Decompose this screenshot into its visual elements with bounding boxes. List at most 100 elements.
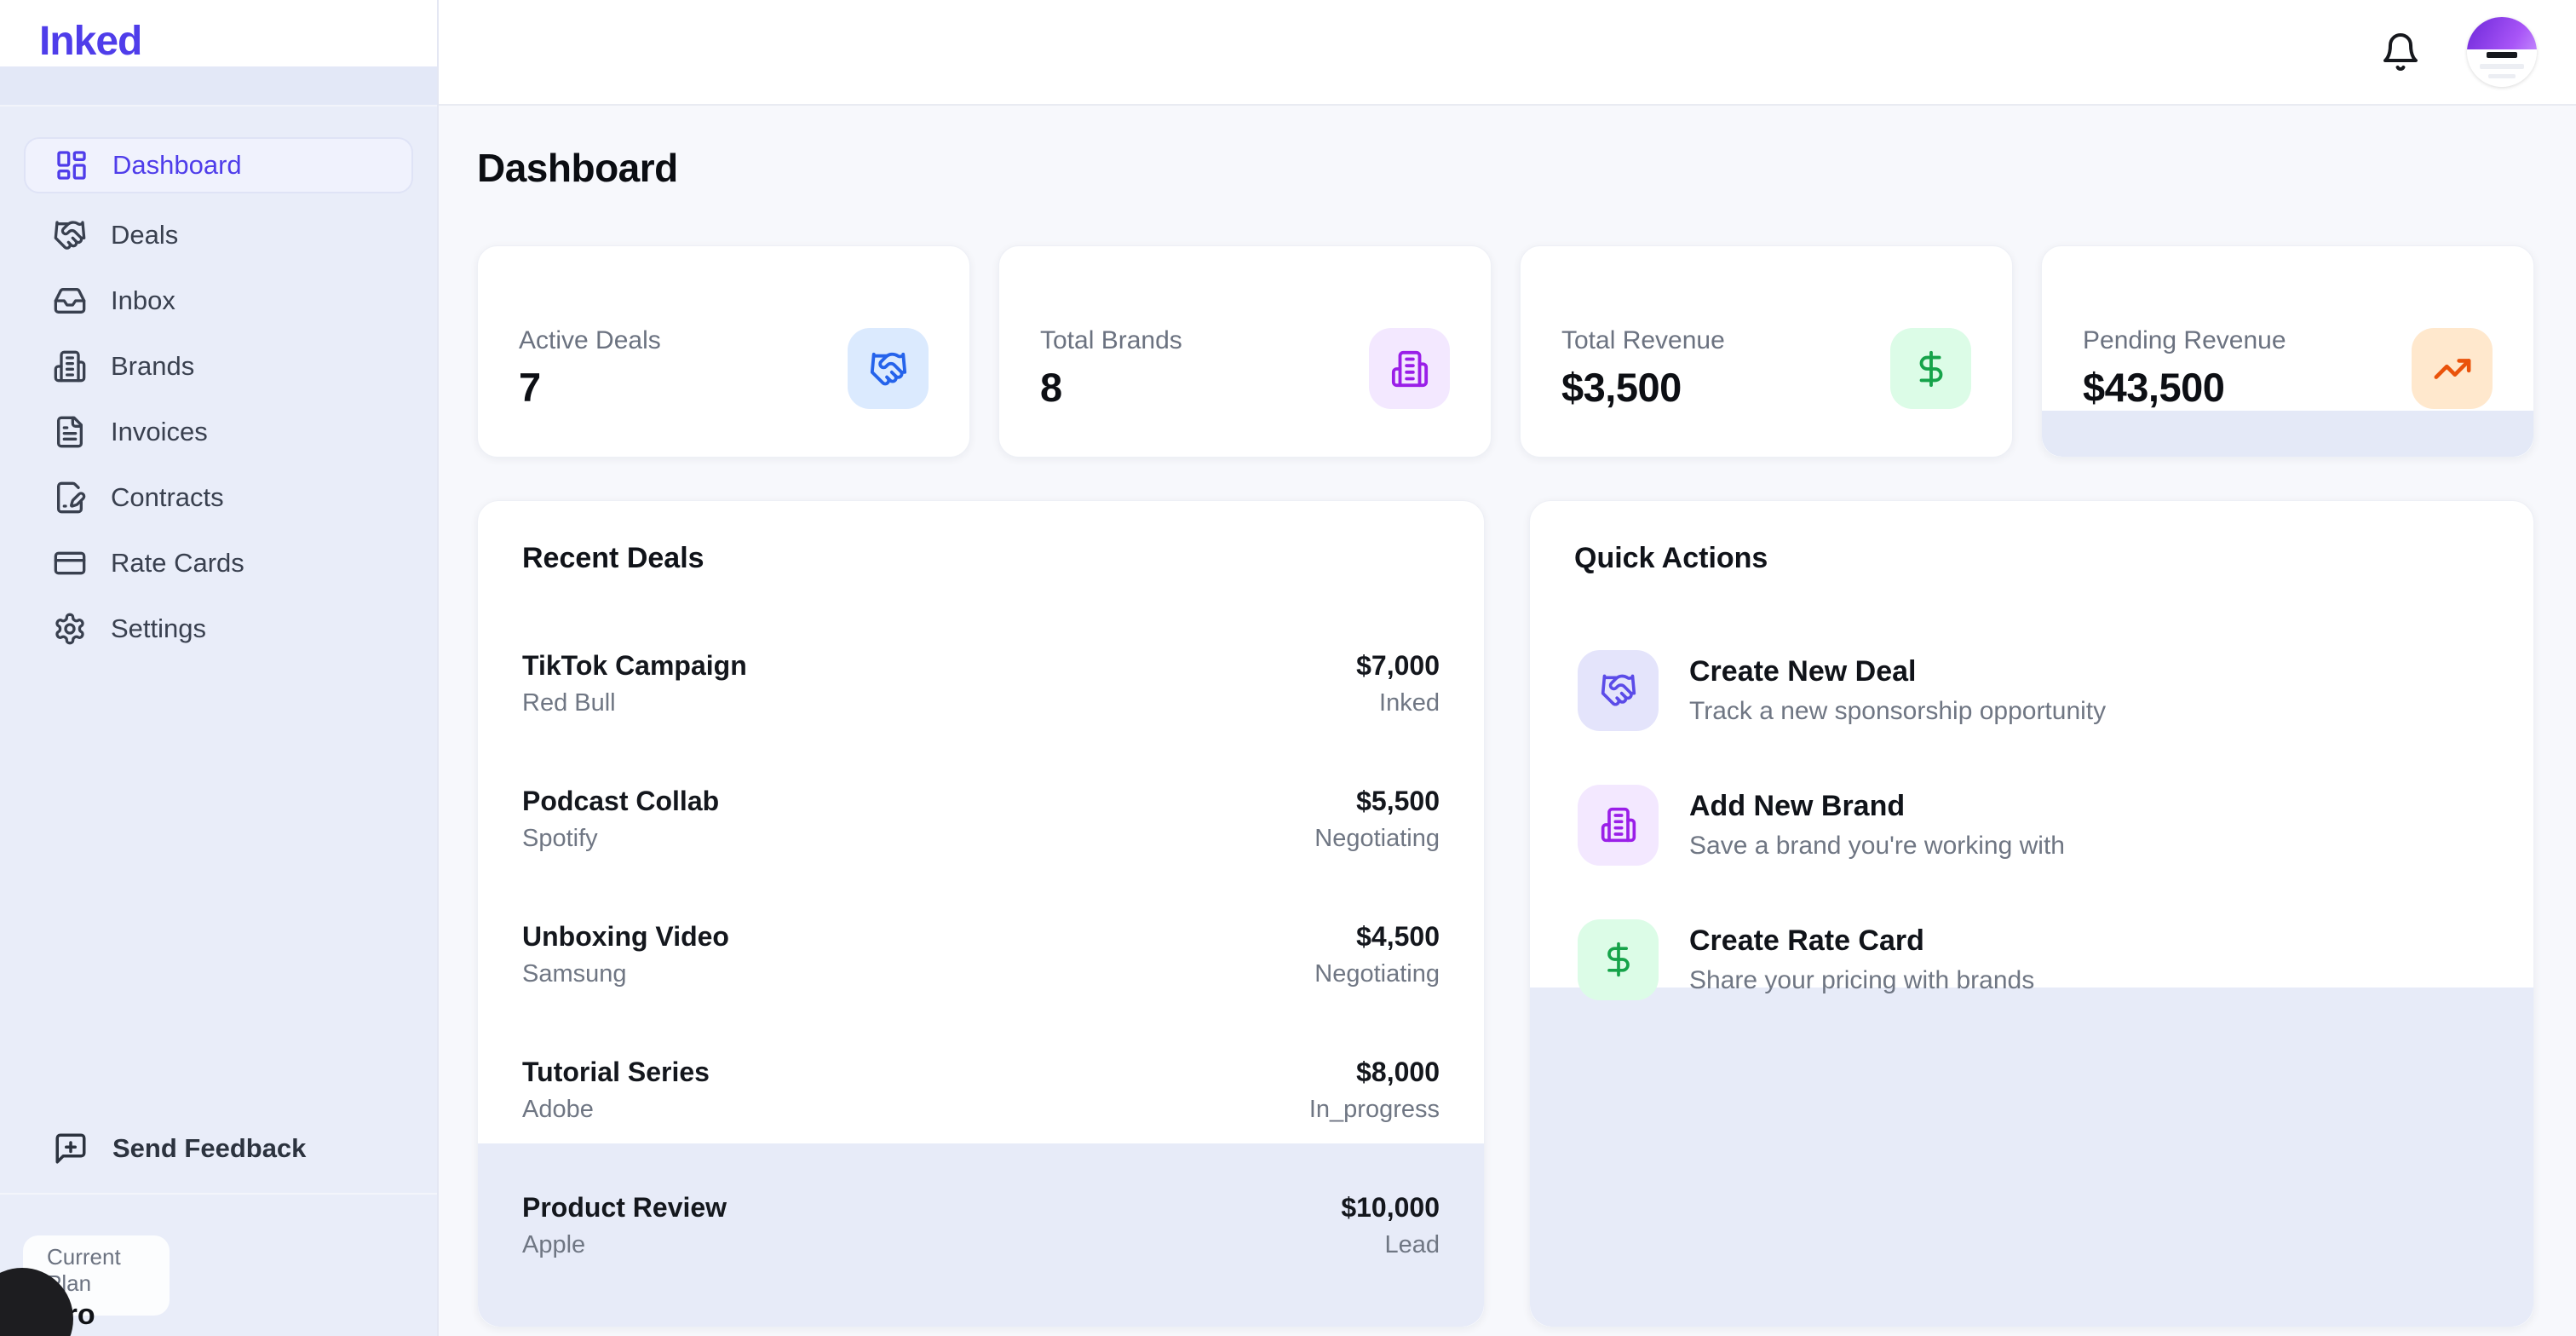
deal-left: Podcast Collab Spotify [522,786,719,853]
deal-status: Inked [1356,689,1440,717]
stat-label: Total Brands [1040,326,1182,355]
app-logo: Inked [39,18,141,65]
avatar-image-detail [2488,74,2516,78]
sidebar: Inked Dashboard Deals Inbox Brands [0,0,439,1336]
deal-left: Product Review Apple [522,1192,727,1259]
stat-icon-chip [1369,328,1450,409]
dashboard-grid-icon [55,148,89,182]
sidebar-item-label: Dashboard [112,150,242,181]
avatar-image-top [2467,17,2537,49]
handshake-icon [53,218,87,252]
stat-value: 7 [519,364,661,411]
sidebar-item-dashboard[interactable]: Dashboard [24,137,413,193]
avatar[interactable] [2467,17,2537,87]
deal-row-podcast-collab[interactable]: Podcast Collab Spotify $5,500 Negotiatin… [478,752,1484,887]
stat-card-total-revenue: Total Revenue $3,500 [1520,245,2013,458]
deal-name: Podcast Collab [522,786,719,817]
deal-name: Tutorial Series [522,1057,710,1088]
deal-status: Negotiating [1314,825,1440,853]
send-feedback-button[interactable]: Send Feedback [0,1123,437,1174]
credit-card-icon [53,546,87,580]
content: Dashboard Active Deals 7 Total Brands 8 [439,106,2576,1327]
sidebar-item-deals[interactable]: Deals [0,202,437,268]
sidebar-item-brands[interactable]: Brands [0,333,437,399]
sidebar-item-contracts[interactable]: Contracts [0,464,437,530]
deal-brand: Samsung [522,960,729,988]
deal-amount: $8,000 [1309,1057,1440,1088]
deal-brand: Red Bull [522,689,747,717]
qa-icon-chip [1578,785,1659,866]
qa-text: Create New Deal Track a new sponsorship … [1689,655,2106,726]
deal-right: $5,500 Negotiating [1314,786,1440,853]
qa-text: Create Rate Card Share your pricing with… [1689,924,2034,995]
invoice-file-icon [53,415,87,449]
deal-right: $8,000 In_progress [1309,1057,1440,1124]
deal-right: $4,500 Negotiating [1314,921,1440,988]
deal-status: Lead [1341,1231,1440,1259]
deal-amount: $5,500 [1314,786,1440,817]
stat-card-total-brands: Total Brands 8 [998,245,1492,458]
qa-title: Add New Brand [1689,790,2065,823]
deal-left: TikTok Campaign Red Bull [522,650,747,717]
sidebar-item-invoices[interactable]: Invoices [0,399,437,464]
sidebar-item-label: Inbox [111,285,175,316]
sidebar-item-settings[interactable]: Settings [0,596,437,661]
deal-brand: Adobe [522,1096,710,1124]
deal-rows: TikTok Campaign Red Bull $7,000 Inked Po… [478,616,1484,1293]
deal-amount: $7,000 [1356,650,1440,682]
handshake-icon [869,349,908,389]
deal-row-tutorial-series[interactable]: Tutorial Series Adobe $8,000 In_progress [478,1022,1484,1158]
deal-amount: $10,000 [1341,1192,1440,1224]
sidebar-nav: Dashboard Deals Inbox Brands Invoices [0,107,437,661]
dollar-icon [1912,349,1951,389]
sidebar-divider [0,1193,437,1195]
deal-brand: Spotify [522,825,719,853]
highlight-overlay [2042,411,2533,457]
logo-area: Inked [0,0,437,66]
building-icon [1600,806,1637,844]
deal-status: Negotiating [1314,960,1440,988]
deal-right: $7,000 Inked [1356,650,1440,717]
sidebar-item-label: Invoices [111,417,208,447]
message-plus-icon [53,1131,89,1166]
send-feedback-label: Send Feedback [112,1133,306,1164]
sidebar-item-label: Rate Cards [111,548,244,579]
avatar-image-detail [2487,52,2517,58]
sidebar-item-inbox[interactable]: Inbox [0,268,437,333]
stat-card-active-deals: Active Deals 7 [477,245,970,458]
stat-value: $43,500 [2083,364,2286,411]
deal-status: In_progress [1309,1096,1440,1124]
qa-text: Add New Brand Save a brand you're workin… [1689,790,2065,861]
stat-cards-row: Active Deals 7 Total Brands 8 [477,245,2535,458]
inbox-icon [53,284,87,318]
stat-value: 8 [1040,364,1182,411]
stat-text: Total Revenue $3,500 [1561,326,1725,411]
sidebar-item-label: Settings [111,613,206,644]
quick-action-create-rate-card[interactable]: Create Rate Card Share your pricing with… [1530,892,2533,1027]
file-pen-icon [53,481,87,515]
deal-name: Product Review [522,1192,727,1224]
deal-left: Unboxing Video Samsung [522,921,729,988]
deal-row-product-review[interactable]: Product Review Apple $10,000 Lead [478,1158,1484,1293]
deal-row-unboxing-video[interactable]: Unboxing Video Samsung $4,500 Negotiatin… [478,887,1484,1022]
top-bar [439,0,2576,106]
building-icon [53,349,87,383]
quick-action-create-new-deal[interactable]: Create New Deal Track a new sponsorship … [1530,623,2533,757]
stat-icon-chip [2412,328,2493,409]
qa-subtitle: Save a brand you're working with [1689,832,2065,861]
bell-icon[interactable] [2380,32,2421,72]
deal-amount: $4,500 [1314,921,1440,953]
recent-deals-panel: Recent Deals TikTok Campaign Red Bull $7… [477,500,1485,1327]
quick-action-add-new-brand[interactable]: Add New Brand Save a brand you're workin… [1530,757,2533,892]
sidebar-item-rate-cards[interactable]: Rate Cards [0,530,437,596]
sidebar-item-label: Contracts [111,482,224,513]
qa-title: Create Rate Card [1689,924,2034,958]
deal-row-tiktok-campaign[interactable]: TikTok Campaign Red Bull $7,000 Inked [478,616,1484,752]
deal-right: $10,000 Lead [1341,1192,1440,1259]
deal-name: TikTok Campaign [522,650,747,682]
handshake-icon [1600,671,1637,709]
stat-text: Pending Revenue $43,500 [2083,326,2286,411]
highlight-overlay [1530,988,2533,1327]
sidebar-top-strip [0,66,437,107]
stat-label: Pending Revenue [2083,326,2286,355]
